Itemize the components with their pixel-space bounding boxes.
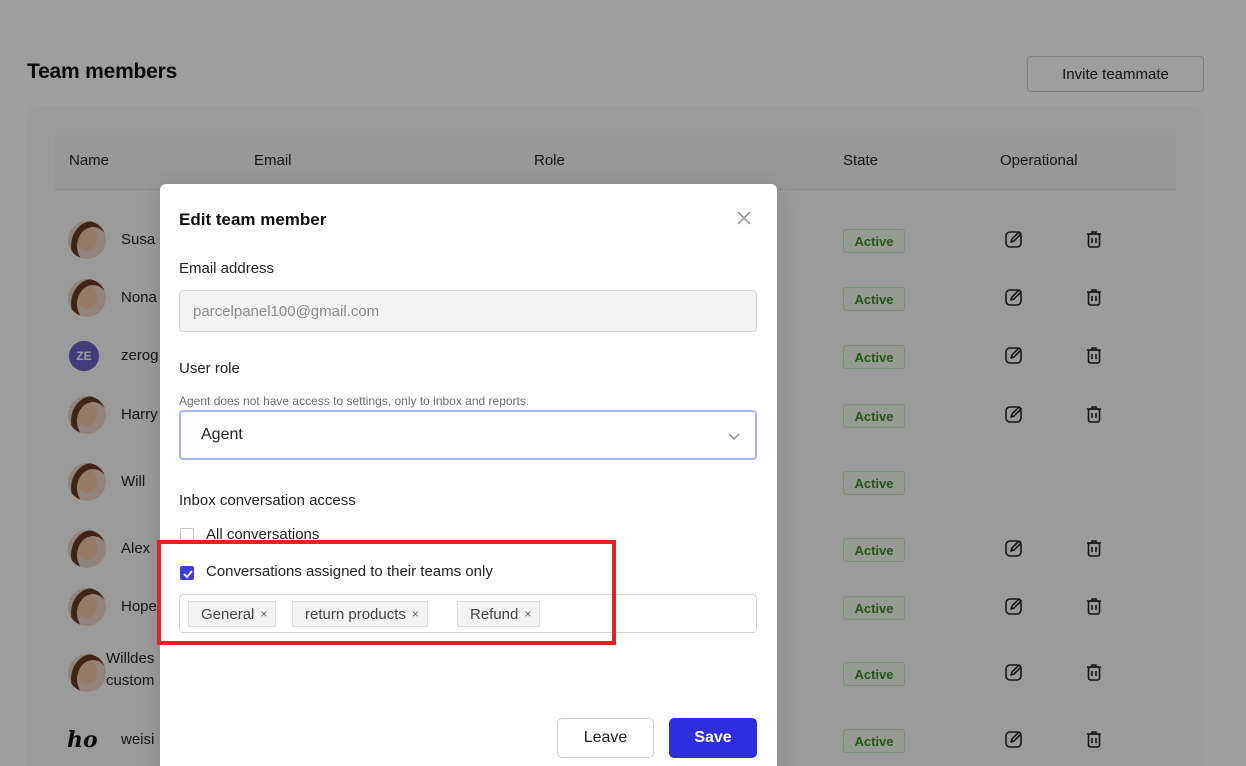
user-role-value: Agent bbox=[201, 426, 243, 443]
user-role-help-text: Agent does not have access to settings, … bbox=[179, 394, 530, 408]
leave-button[interactable]: Leave bbox=[557, 718, 654, 758]
annotation-highlight-box bbox=[157, 540, 616, 645]
email-field[interactable] bbox=[179, 290, 757, 332]
dialog-title: Edit team member bbox=[179, 210, 327, 229]
all-conversations-label: All conversations bbox=[206, 526, 320, 539]
close-icon[interactable] bbox=[735, 209, 753, 227]
user-role-label: User role bbox=[179, 360, 240, 377]
email-label: Email address bbox=[179, 260, 275, 277]
edit-team-member-dialog: Edit team member Email address User role… bbox=[160, 184, 777, 766]
user-role-select[interactable]: Agent bbox=[179, 410, 757, 460]
save-button[interactable]: Save bbox=[669, 718, 757, 758]
inbox-access-label: Inbox conversation access bbox=[179, 492, 356, 509]
chevron-down-icon bbox=[728, 433, 740, 440]
